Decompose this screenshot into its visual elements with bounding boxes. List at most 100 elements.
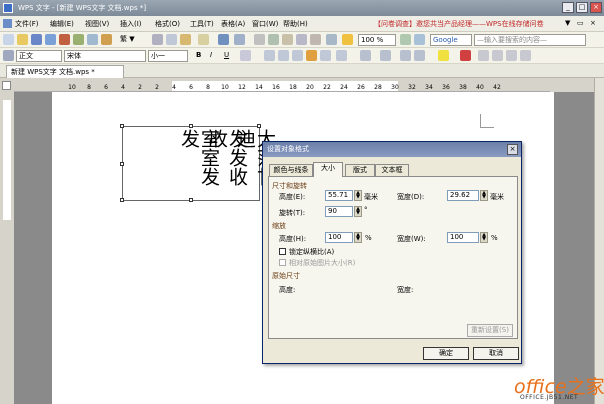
ok-button[interactable]: 确定 (423, 347, 469, 360)
vertical-scrollbar[interactable] (594, 78, 604, 404)
doc-map-icon[interactable] (326, 34, 337, 45)
open-icon[interactable] (17, 34, 28, 45)
table-icon[interactable] (254, 34, 265, 45)
line-spacing-icon[interactable] (336, 50, 347, 61)
align-right-icon[interactable] (292, 50, 303, 61)
reset-button[interactable]: 重新设置(S) (467, 324, 513, 337)
styles-icon[interactable] (3, 50, 14, 61)
redo-icon[interactable] (234, 34, 245, 45)
shrink-font-icon[interactable] (492, 50, 503, 61)
tab-selector-icon[interactable] (2, 81, 11, 90)
ruler-number: 20 (306, 84, 314, 91)
relative-size-checkbox[interactable] (279, 259, 286, 266)
menu-view[interactable]: 视图(V) (85, 19, 109, 29)
increase-indent-icon[interactable] (414, 50, 425, 61)
lock-ratio-checkbox[interactable] (279, 248, 286, 255)
decrease-indent-icon[interactable] (400, 50, 411, 61)
width-spinner[interactable]: ▲ ▼ (480, 190, 488, 201)
bullets-icon[interactable] (380, 50, 391, 61)
numbering-icon[interactable] (360, 50, 371, 61)
tab-size[interactable]: 大小 (313, 162, 343, 177)
height-input[interactable]: 55.71 (325, 190, 353, 201)
find-icon[interactable] (400, 34, 411, 45)
menu-window[interactable]: 窗口(W) (252, 19, 278, 29)
resize-handle-n[interactable] (189, 124, 193, 128)
save-icon[interactable] (31, 34, 42, 45)
ruler-number: 10 (68, 84, 76, 91)
scale-height-spinner[interactable]: ▲ ▼ (354, 232, 362, 243)
copy-icon[interactable] (166, 34, 177, 45)
menu-format[interactable]: 格式(O) (155, 19, 180, 29)
chart-icon[interactable] (282, 34, 293, 45)
drawing-icon[interactable] (310, 34, 321, 45)
print-icon[interactable] (73, 34, 84, 45)
rotate-input[interactable]: 90 (325, 206, 353, 217)
simplified-traditional-button[interactable]: 繁 ▼ (118, 34, 148, 46)
char-border-icon[interactable] (240, 50, 251, 61)
menu-tools[interactable]: 工具(T) (190, 19, 214, 29)
paste-icon[interactable] (180, 34, 191, 45)
superscript-icon[interactable] (506, 50, 517, 61)
resize-handle-ne[interactable] (257, 124, 261, 128)
scale-width-spinner[interactable]: ▲ ▼ (480, 232, 488, 243)
cancel-button[interactable]: 取消 (473, 347, 519, 360)
height-spinner[interactable]: ▲ ▼ (354, 190, 362, 201)
align-left-icon[interactable] (264, 50, 275, 61)
underline-button[interactable]: U (222, 50, 233, 62)
show-marks-icon[interactable] (342, 34, 353, 45)
tab-layout[interactable]: 版式 (345, 164, 375, 176)
grow-font-icon[interactable] (478, 50, 489, 61)
cut-icon[interactable] (152, 34, 163, 45)
columns-icon[interactable] (296, 34, 307, 45)
minimize-button[interactable]: _ (562, 2, 574, 13)
width-input[interactable]: 29.62 (447, 190, 479, 201)
resize-handle-nw[interactable] (120, 124, 124, 128)
resize-handle-s[interactable] (189, 198, 193, 202)
document-tab[interactable]: 新建 WPS文字 文档.wps * (6, 65, 124, 78)
menu-insert[interactable]: 插入(I) (120, 19, 142, 29)
maximize-button[interactable]: □ (576, 2, 588, 13)
spell-icon[interactable] (101, 34, 112, 45)
justify-icon[interactable] (306, 50, 317, 61)
zoom-select[interactable]: 100 % (358, 34, 396, 46)
font-select[interactable]: 宋体 (64, 50, 146, 62)
format-painter-icon[interactable] (198, 34, 209, 45)
pdf-icon[interactable] (59, 34, 70, 45)
scale-width-input[interactable]: 100 (447, 232, 479, 243)
tab-textbox[interactable]: 文本框 (375, 164, 409, 176)
highlight-icon[interactable] (438, 50, 449, 61)
tab-colors-lines[interactable]: 颜色与线条 (269, 164, 313, 176)
new-icon[interactable] (3, 34, 14, 45)
doc-close-icon[interactable]: × (590, 19, 596, 27)
google-engine-select[interactable]: Google (430, 34, 472, 46)
help-icon[interactable] (414, 34, 425, 45)
menu-edit[interactable]: 编辑(E) (50, 19, 74, 29)
distributed-icon[interactable] (320, 50, 331, 61)
rotate-spinner[interactable]: ▲ ▼ (354, 206, 362, 217)
promo-link[interactable]: 【问卷调查】邀您共当产品经理——WPS在线存储问卷 (374, 19, 544, 29)
menu-help[interactable]: 帮助(H) (283, 19, 308, 29)
close-button[interactable]: × (590, 2, 602, 13)
resize-handle-sw[interactable] (120, 198, 124, 202)
scale-height-input[interactable]: 100 (325, 232, 353, 243)
menu-dropdown-icon[interactable]: ▼ (565, 19, 570, 27)
menu-table[interactable]: 表格(A) (221, 19, 245, 29)
search-input[interactable]: —输入要搜索的内容— (474, 34, 586, 46)
vertical-text-box[interactable]: 大范甘迪 发发收收 室室发发 (120, 124, 276, 202)
restore-icon[interactable]: ▭ (577, 19, 584, 27)
menu-file[interactable]: 文件(F) (15, 19, 39, 29)
bold-button[interactable]: B (194, 50, 205, 62)
font-size-select[interactable]: 小一 (148, 50, 188, 62)
save-as-icon[interactable] (45, 34, 56, 45)
undo-icon[interactable] (218, 34, 229, 45)
subscript-icon[interactable] (520, 50, 531, 61)
font-color-icon[interactable] (460, 50, 471, 61)
resize-handle-w[interactable] (120, 162, 124, 166)
align-center-icon[interactable] (278, 50, 289, 61)
image-icon[interactable] (268, 34, 279, 45)
scale-height-unit: % (365, 234, 372, 242)
dialog-close-button[interactable]: × (507, 144, 518, 155)
style-select[interactable]: 正文 (16, 50, 62, 62)
italic-button[interactable]: I (208, 50, 219, 62)
preview-icon[interactable] (87, 34, 98, 45)
